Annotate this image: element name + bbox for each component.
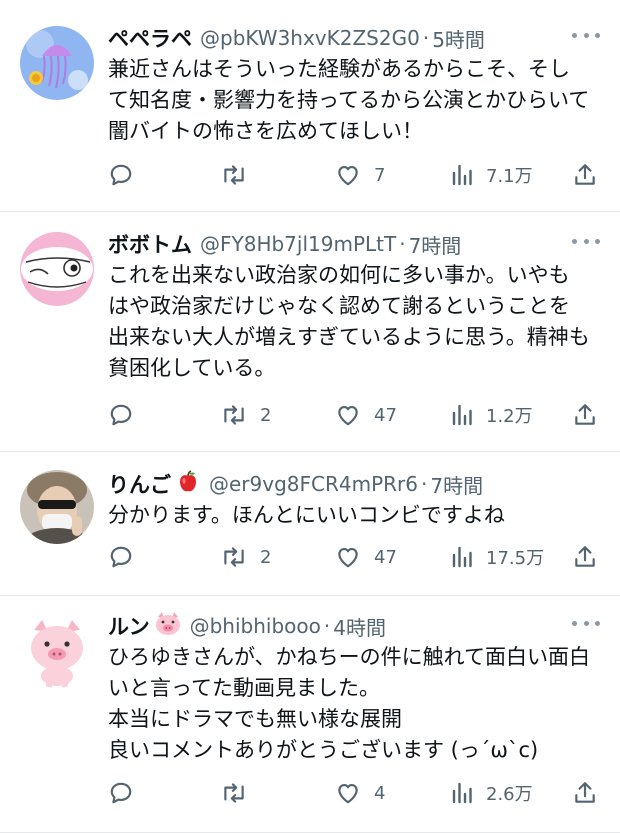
reply-button[interactable]	[108, 542, 134, 572]
action-bar: 2 47 17.5万	[108, 542, 600, 572]
avatar[interactable]	[20, 470, 94, 544]
reply-icon	[110, 546, 132, 568]
like-count: 7	[374, 164, 386, 186]
more-options-icon[interactable]	[572, 612, 600, 634]
like-button[interactable]: 7	[334, 160, 385, 190]
display-name[interactable]: りんご	[108, 469, 171, 499]
tweet[interactable]: ボボトム @FY8Hb7jl19mPLtT · 7時間 これを出来ない政治家の如…	[0, 212, 620, 452]
share-button[interactable]	[572, 778, 598, 808]
separator: ·	[420, 472, 428, 496]
share-button[interactable]	[572, 542, 598, 572]
tweet-feed: ペペラペ @pbKW3hxvK2ZS2G0 · 5時間 兼近さんはそういった経験…	[0, 0, 620, 833]
tweet[interactable]: ペペラペ @pbKW3hxvK2ZS2G0 · 5時間 兼近さんはそういった経験…	[0, 0, 620, 212]
user-handle[interactable]: @er9vg8FCR4mPRr6	[209, 472, 418, 496]
view-count: 17.5万	[486, 548, 545, 569]
heart-icon	[338, 548, 358, 568]
display-name[interactable]: ルン	[108, 611, 150, 641]
separator: ·	[399, 232, 406, 256]
action-bar: 7 7.1万	[108, 160, 600, 190]
share-button[interactable]	[572, 160, 598, 190]
share-icon	[575, 782, 595, 803]
timestamp[interactable]: 4時間	[333, 612, 386, 641]
cartoon-face-avatar-icon	[20, 232, 94, 306]
jellyfish-avatar-icon	[20, 26, 94, 100]
display-name[interactable]: ペペラペ	[108, 23, 192, 53]
reply-icon	[110, 164, 132, 186]
person-photo-avatar-icon	[20, 470, 94, 544]
retweet-button[interactable]: 2	[220, 542, 271, 572]
tweet[interactable]: りんご @er9vg8FCR4mPRr6 · 7時間 分かります。ほんとにいいコ…	[0, 452, 620, 596]
avatar[interactable]	[20, 614, 94, 688]
retweet-button[interactable]	[220, 778, 260, 808]
retweet-count: 2	[260, 546, 272, 568]
pig-avatar-icon	[20, 614, 94, 688]
views-button[interactable]: 1.2万	[450, 400, 533, 430]
user-handle[interactable]: @bhibhibooo	[190, 614, 321, 638]
reply-button[interactable]	[108, 400, 134, 430]
share-icon	[575, 404, 595, 425]
reply-button[interactable]	[108, 778, 134, 808]
tweet-text: 分かります。ほんとにいいコンビですよね	[108, 503, 505, 527]
share-icon	[575, 164, 595, 185]
timestamp[interactable]: 5時間	[432, 24, 485, 53]
avatar[interactable]	[20, 26, 94, 100]
heart-icon	[338, 784, 358, 804]
retweet-button[interactable]	[220, 160, 260, 190]
tweet[interactable]: ルン @bhibhibooo · 4時間 ひろゆきさんが、かねちーの件に触れて面…	[0, 596, 620, 833]
retweet-icon	[224, 783, 244, 803]
action-bar: 4 2.6万	[108, 778, 600, 808]
like-button[interactable]: 4	[334, 778, 385, 808]
like-button[interactable]: 47	[334, 542, 397, 572]
pig-emoji-icon	[154, 611, 182, 641]
views-icon	[452, 546, 472, 568]
like-count: 47	[374, 546, 397, 568]
views-icon	[452, 782, 472, 804]
user-handle[interactable]: @FY8Hb7jl19mPLtT	[200, 232, 396, 256]
view-count: 1.2万	[486, 406, 533, 427]
view-count: 2.6万	[486, 784, 533, 805]
views-button[interactable]: 7.1万	[450, 160, 533, 190]
timestamp[interactable]: 7時間	[430, 470, 483, 499]
like-count: 47	[374, 404, 397, 426]
reply-icon	[110, 782, 132, 804]
reply-icon	[110, 404, 132, 426]
tweet-text: 兼近さんはそういった経験があるからこそ、そして知名度・影響力を持ってるから公演と…	[108, 57, 590, 143]
heart-icon	[338, 406, 358, 426]
user-handle[interactable]: @pbKW3hxvK2ZS2G0	[200, 26, 420, 50]
separator: ·	[323, 614, 331, 638]
more-options-icon[interactable]	[572, 230, 600, 252]
views-icon	[452, 164, 472, 186]
action-bar: 2 47 1.2万	[108, 400, 600, 430]
display-name[interactable]: ボボトム	[108, 229, 192, 259]
share-icon	[575, 546, 595, 567]
share-button[interactable]	[572, 400, 598, 430]
reply-button[interactable]	[108, 160, 134, 190]
more-options-icon[interactable]	[572, 24, 600, 46]
heart-icon	[338, 166, 358, 186]
retweet-button[interactable]: 2	[220, 400, 271, 430]
tweet-text: ひろゆきさんが、かねちーの件に触れて面白い面白いと言ってた動画見ました。 本当に…	[108, 645, 590, 762]
retweet-icon	[224, 405, 244, 425]
retweet-icon	[224, 165, 244, 185]
tweet-text: これを出来ない政治家の如何に多い事か。いやもはや政治家だけじゃなく認めて謝るとい…	[108, 263, 590, 380]
retweet-count: 2	[260, 404, 272, 426]
like-button[interactable]: 47	[334, 400, 397, 430]
view-count: 7.1万	[486, 166, 533, 187]
retweet-icon	[224, 547, 244, 567]
views-button[interactable]: 2.6万	[450, 778, 533, 808]
like-count: 4	[374, 782, 386, 804]
timestamp[interactable]: 7時間	[409, 230, 462, 259]
views-icon	[452, 404, 472, 426]
separator: ·	[422, 26, 430, 50]
views-button[interactable]: 17.5万	[450, 542, 544, 572]
avatar[interactable]	[20, 232, 94, 306]
apple-emoji-icon	[175, 469, 201, 499]
